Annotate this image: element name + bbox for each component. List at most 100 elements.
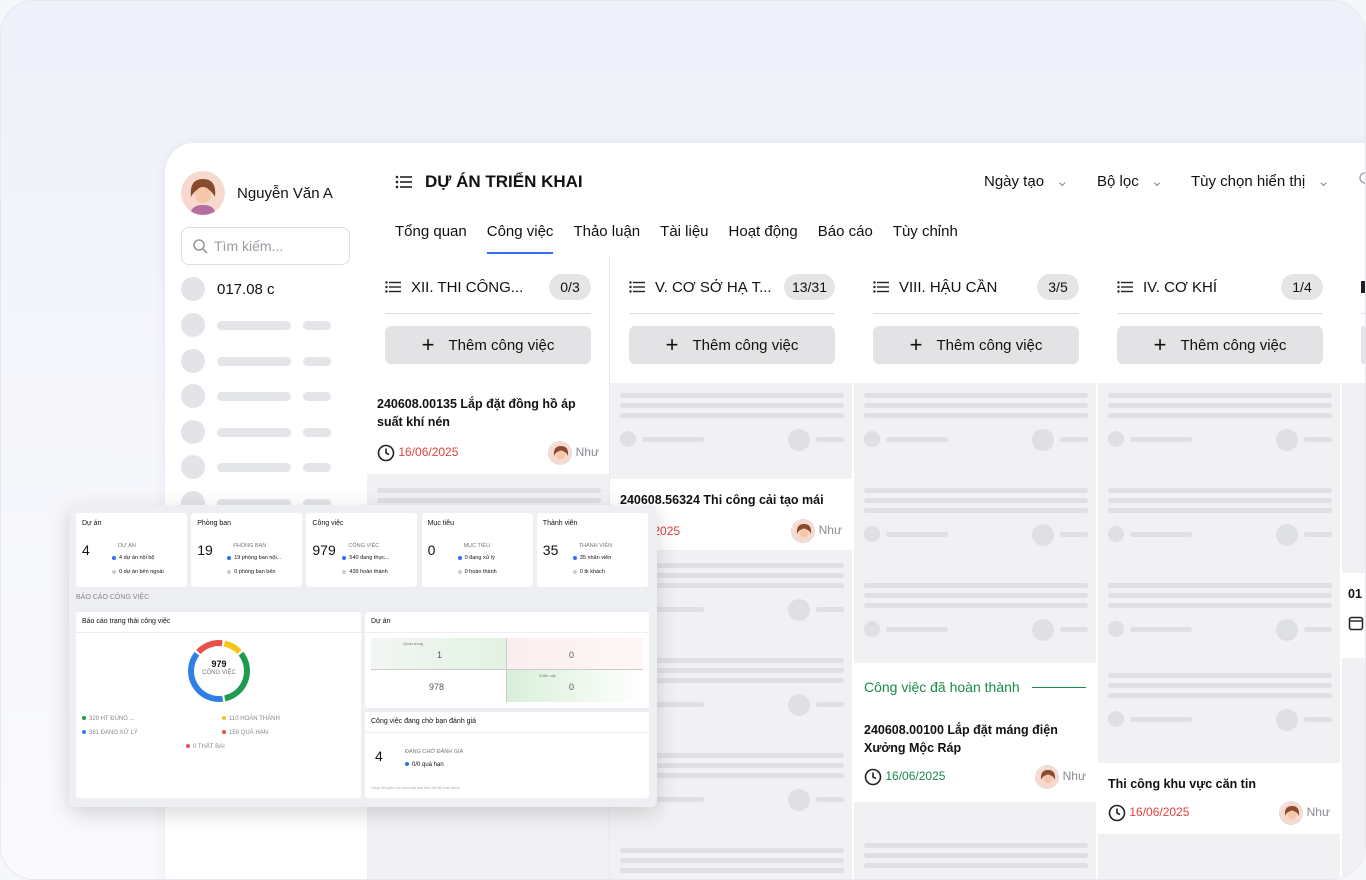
- matrix-cell: 978: [371, 670, 507, 702]
- tab-bar: Tổng quan Công việc Thảo luận Tài liệu H…: [395, 223, 958, 254]
- stat-line: 0 tk khách: [579, 569, 605, 575]
- filter-dropdown[interactable]: Bộ lọc ⌄: [1097, 172, 1163, 191]
- sidebar-item[interactable]: [181, 455, 331, 479]
- add-task-button[interactable]: + Thêm công việc: [873, 326, 1079, 364]
- tab-documents[interactable]: Tài liệu: [660, 223, 708, 254]
- donut-slice[interactable]: [196, 640, 223, 655]
- placeholder-line: [864, 393, 1088, 398]
- user-avatar[interactable]: [181, 171, 225, 215]
- placeholder-line: [1130, 627, 1192, 632]
- stat-card[interactable]: Dự án 4 DỰ ÁN 4 dự án nội bộ 0 dự án bên…: [76, 513, 187, 587]
- tab-tasks[interactable]: Công việc: [486, 223, 554, 254]
- sidebar-item[interactable]: [181, 313, 331, 337]
- add-task-button[interactable]: + Thêm công việc: [629, 326, 835, 364]
- project-matrix-title: Dự án: [371, 618, 391, 625]
- list-icon: [1117, 281, 1133, 293]
- completed-section-header[interactable]: Công việc đã hoàn thành: [854, 663, 1096, 711]
- stat-line: 0 dự án bên ngoài: [119, 569, 164, 575]
- project-matrix-card: Dự án Quan trọng 1 0 978 Khẩn cấp 0: [365, 612, 649, 708]
- tab-settings[interactable]: Tùy chỉnh: [893, 223, 958, 254]
- add-task-label: Thêm công việc: [692, 336, 799, 354]
- chevron-down-icon: ⌄: [1317, 173, 1330, 190]
- placeholder-line: [1060, 532, 1088, 537]
- task-card[interactable]: 240608.00100 Lắp đặt máng điện Xưởng Mộc…: [854, 711, 1096, 803]
- placeholder-line: [1108, 583, 1332, 588]
- sidebar-item-label: 017.08 c: [217, 280, 275, 298]
- legend-item[interactable]: 381 ĐANG XỬ LÝ: [82, 730, 138, 736]
- assignee-avatar: [1035, 765, 1060, 789]
- sort-dropdown[interactable]: Ngày tạo ⌄: [984, 172, 1069, 191]
- bullet-icon: [342, 569, 347, 574]
- placeholder-line: [864, 583, 1088, 588]
- list-icon[interactable]: [395, 175, 413, 189]
- legend-item[interactable]: 0 THẤT BẠI: [186, 744, 225, 750]
- stat-card[interactable]: Mục tiêu 0 MỤC TIÊU 0 đang xử lý 0 hoàn …: [421, 513, 533, 587]
- donut-slice[interactable]: [223, 640, 242, 655]
- placeholder-line: [1108, 673, 1332, 678]
- kanban-column-partial: [1361, 273, 1365, 364]
- review-value: 4: [375, 748, 383, 764]
- review-label: ĐANG CHỜ ĐÁNH GIÁ: [405, 749, 464, 755]
- placeholder-line: [1304, 717, 1332, 722]
- assignee-name: Như: [575, 445, 599, 460]
- review-title: Công việc đang chờ bạn đánh giá: [371, 718, 476, 725]
- placeholder-avatar: [1032, 619, 1054, 641]
- stat-card[interactable]: Thành viên 35 THÀNH VIÊN 35 nhân viên 0 …: [536, 513, 648, 587]
- bullet-icon: [112, 555, 116, 560]
- placeholder-line: [816, 437, 844, 442]
- task-card-partial[interactable]: 01: [1342, 573, 1365, 659]
- tab-reports[interactable]: Báo cáo: [818, 223, 873, 254]
- matrix-label: Quan trọng: [403, 641, 424, 646]
- tab-activity[interactable]: Hoạt động: [729, 223, 798, 254]
- assignee-avatar: [791, 519, 816, 543]
- sidebar-item[interactable]: [181, 420, 331, 444]
- sidebar-item[interactable]: [181, 384, 331, 408]
- placeholder-line: [864, 863, 1088, 868]
- legend-item[interactable]: 329 HT ĐÚNG ...: [82, 716, 135, 722]
- placeholder-line: [816, 607, 844, 612]
- display-options-dropdown[interactable]: Tùy chọn hiển thị ⌄: [1191, 172, 1330, 191]
- placeholder-avatar: [788, 694, 810, 716]
- placeholder-line: [620, 403, 844, 408]
- search-icon[interactable]: [1355, 171, 1365, 187]
- placeholder-avatar: [1276, 619, 1298, 641]
- stat-sub: DỰ ÁN: [118, 543, 136, 549]
- task-title: 240608.00135 Lắp đặt đồng hồ áp suất khí…: [377, 397, 576, 429]
- stat-sub: THÀNH VIÊN: [578, 543, 613, 549]
- list-icon: [385, 281, 401, 293]
- add-task-button[interactable]: [1361, 326, 1365, 364]
- column-count: 0/3: [549, 274, 591, 300]
- placeholder-line: [1108, 498, 1332, 503]
- placeholder-line: [1108, 488, 1332, 493]
- search-input[interactable]: Tìm kiếm...: [181, 227, 350, 265]
- status-report-card: Báo cáo trạng thái công việc 979 CÔNG VI…: [76, 612, 361, 798]
- sort-label: Ngày tạo: [984, 172, 1045, 190]
- assignee-avatar: [1279, 801, 1304, 825]
- due-date: 16/06/2025: [1129, 805, 1190, 820]
- stat-card[interactable]: Phòng ban 19 PHÒNG BAN 19 phòng ban nội.…: [191, 513, 303, 587]
- clock-icon: [1108, 804, 1126, 822]
- add-task-button[interactable]: + Thêm công việc: [385, 326, 591, 364]
- placeholder-line: [1108, 603, 1332, 608]
- legend-label: 159 QUÁ HẠN: [229, 730, 269, 736]
- filter-label: Bộ lọc: [1097, 172, 1139, 190]
- sidebar-item[interactable]: [181, 349, 331, 373]
- matrix-value: 1: [437, 650, 443, 660]
- tab-overview[interactable]: Tổng quan: [395, 223, 467, 254]
- placeholder-icon: [620, 431, 636, 447]
- task-title: 240608.00100 Lắp đặt máng điện Xưởng Mộc…: [864, 723, 1058, 755]
- sidebar-item[interactable]: 017.08 c: [181, 277, 275, 301]
- tab-discussion[interactable]: Thảo luận: [573, 223, 640, 254]
- bullet-icon: [572, 555, 577, 560]
- item-icon: [181, 277, 205, 301]
- column-title: XII. THI CÔNG...: [411, 278, 524, 296]
- placeholder-line: [620, 848, 844, 853]
- task-card[interactable]: Thi công khu vực căn tin 16/06/2025 Như: [1098, 763, 1340, 835]
- task-card[interactable]: 240608.00135 Lắp đặt đồng hồ áp suất khí…: [367, 383, 609, 475]
- legend-item[interactable]: 159 QUÁ HẠN: [222, 730, 268, 736]
- placeholder-avatar: [1032, 429, 1054, 451]
- legend-item[interactable]: 110 HOÀN THÀNH: [222, 716, 280, 722]
- add-task-button[interactable]: + Thêm công việc: [1117, 326, 1323, 364]
- stat-card[interactable]: Công việc 979 CÔNG VIỆC 540 đang thực...…: [306, 513, 418, 587]
- task-title: 01: [1348, 587, 1362, 601]
